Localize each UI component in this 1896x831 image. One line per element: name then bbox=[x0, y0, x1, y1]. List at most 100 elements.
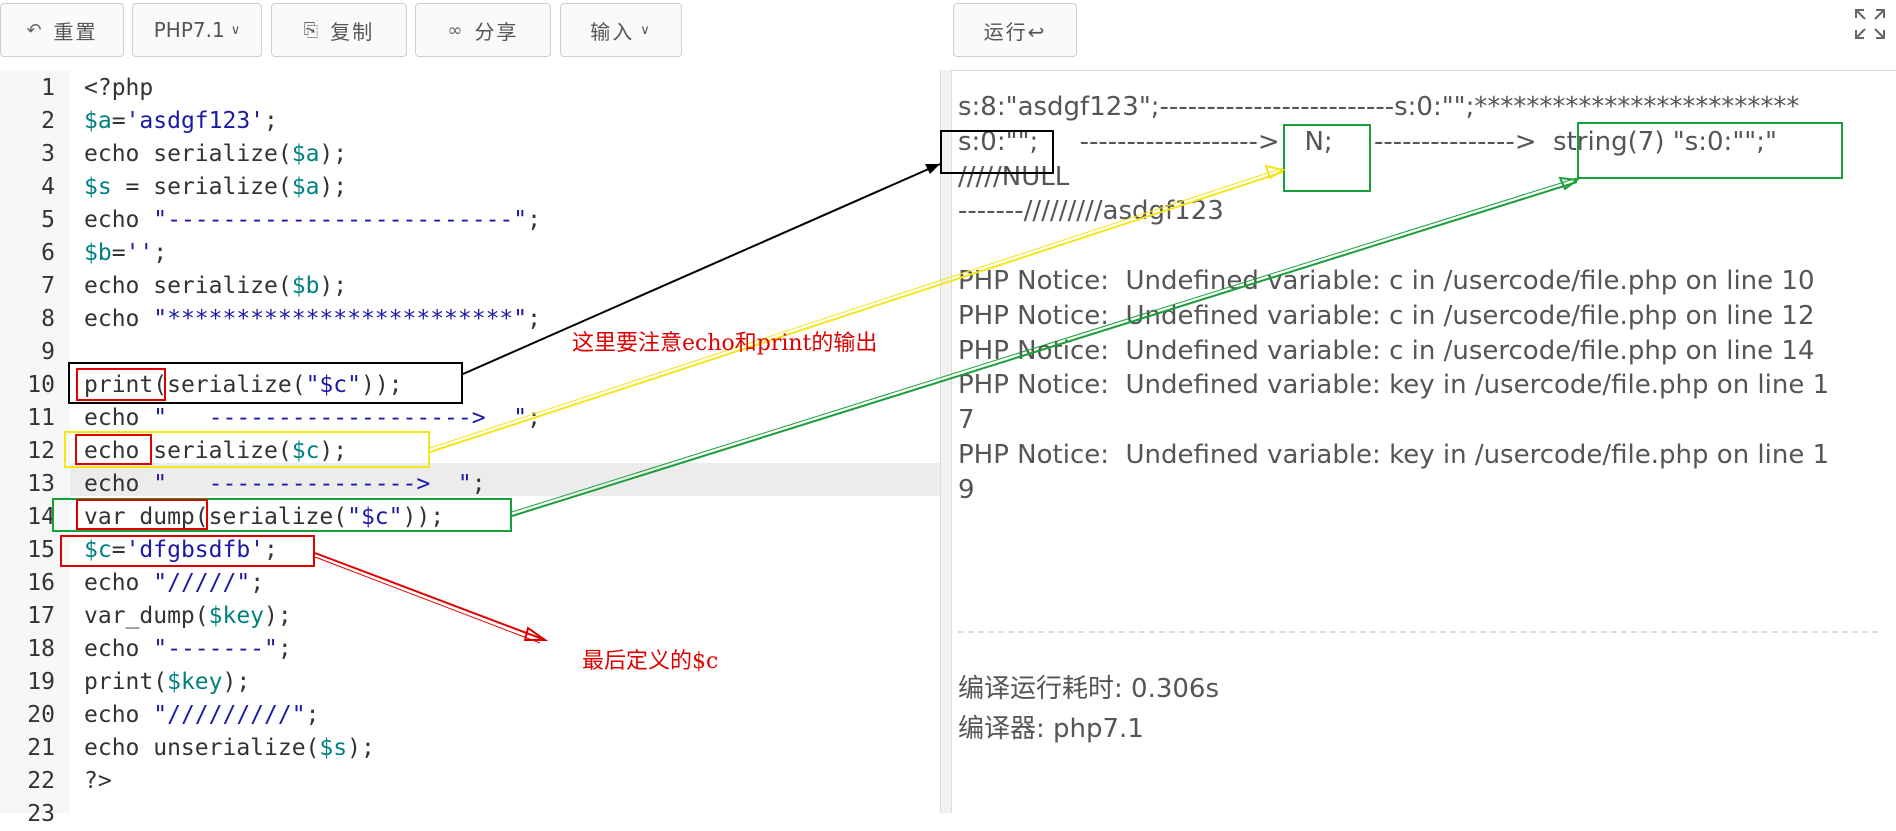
code-line[interactable]: <?php bbox=[84, 72, 153, 105]
compiler-info: 编译器: php7.1 bbox=[958, 714, 1144, 744]
code-line[interactable]: echo unserialize($s); bbox=[84, 732, 375, 765]
code-token: ; bbox=[305, 702, 320, 728]
share-label: 分享 bbox=[474, 19, 519, 44]
reset-button[interactable]: ↶ 重置 bbox=[0, 3, 124, 57]
chevron-down-icon: ∨ bbox=[230, 22, 241, 38]
line-number: 17 bbox=[27, 603, 55, 629]
line-number: 13 bbox=[27, 471, 55, 497]
output-line: -------/////////asdgf123 bbox=[958, 196, 1224, 227]
annotation-box-output-print bbox=[940, 130, 1054, 174]
code-line[interactable]: echo serialize($b); bbox=[84, 270, 347, 303]
output-line: PHP Notice: Undefined variable: key in /… bbox=[958, 440, 1830, 470]
code-token: ; bbox=[277, 636, 292, 662]
code-token: <?php bbox=[84, 75, 154, 101]
run-button[interactable]: 运行↩ bbox=[953, 3, 1077, 57]
chevron-down-icon: ∨ bbox=[640, 22, 652, 38]
input-button[interactable]: 输入 ∨ bbox=[560, 3, 682, 57]
code-line[interactable]: var_dump($key); bbox=[84, 600, 292, 633]
line-number: 7 bbox=[41, 273, 55, 299]
version-label: PHP7.1 bbox=[153, 18, 225, 42]
output-line: PHP Notice: Undefined variable: c in /us… bbox=[958, 266, 1815, 296]
line-number: 1 bbox=[41, 75, 55, 101]
annotation-box-output-echo bbox=[1283, 124, 1371, 192]
pane-divider[interactable] bbox=[940, 70, 952, 813]
code-token: echo serialize( bbox=[84, 141, 292, 167]
code-token: ; bbox=[153, 240, 168, 266]
code-line[interactable]: echo " ---------------> "; bbox=[84, 468, 486, 501]
line-number: 21 bbox=[27, 735, 55, 761]
version-select[interactable]: PHP7.1 ∨ bbox=[132, 3, 262, 57]
code-token: ); bbox=[319, 141, 348, 167]
line-number: 2 bbox=[41, 108, 55, 134]
annotation-box-output-vardump bbox=[1577, 122, 1843, 179]
code-line[interactable]: $s = serialize($a); bbox=[84, 171, 347, 204]
copy-label: 复制 bbox=[330, 19, 375, 44]
code-token: echo bbox=[84, 405, 154, 431]
code-token: $s bbox=[319, 735, 348, 761]
line-number: 22 bbox=[27, 768, 55, 794]
code-token: ); bbox=[264, 603, 292, 629]
code-token: $key bbox=[167, 669, 223, 695]
code-token: $b bbox=[84, 240, 112, 266]
code-token: print( bbox=[84, 669, 168, 695]
code-line[interactable]: echo "/////"; bbox=[84, 567, 264, 600]
line-number: 5 bbox=[41, 207, 55, 233]
compile-time: 编译运行耗时: 0.306s bbox=[958, 674, 1220, 704]
code-line[interactable]: $b=''; bbox=[84, 237, 167, 270]
code-token: ; bbox=[527, 306, 541, 332]
copy-icon: ⎘ bbox=[303, 19, 321, 41]
code-token: "*************************" bbox=[153, 306, 528, 332]
code-token: ); bbox=[347, 735, 375, 761]
share-button[interactable]: ∞ 分享 bbox=[415, 3, 551, 57]
code-line[interactable]: echo "*************************"; bbox=[84, 303, 541, 336]
output-panel: s:8:"asdgf123";-------------------------… bbox=[952, 70, 1896, 813]
code-line[interactable]: echo serialize($a); bbox=[84, 138, 347, 171]
output-line: 7 bbox=[958, 405, 975, 436]
code-token: " ---------------> " bbox=[153, 471, 472, 497]
line-number: 3 bbox=[41, 141, 55, 167]
output-line: 9 bbox=[958, 474, 975, 505]
link-icon: ∞ bbox=[447, 19, 465, 41]
output-line: PHP Notice: Undefined variable: c in /us… bbox=[958, 300, 1815, 331]
run-label: 运行↩ bbox=[983, 19, 1047, 44]
reset-label: 重置 bbox=[53, 19, 98, 44]
code-token: echo bbox=[84, 570, 154, 596]
toolbar: ↶ 重置 PHP7.1 ∨ ⎘ 复制 ∞ 分享 输入 ∨ 运行↩ bbox=[0, 0, 1896, 71]
line-number: 10 bbox=[27, 372, 55, 398]
code-token: $b bbox=[291, 273, 320, 299]
code-line[interactable]: echo "-------"; bbox=[84, 633, 292, 666]
code-line[interactable]: ?> bbox=[84, 765, 112, 798]
code-token: "/////////" bbox=[153, 702, 306, 728]
copy-button[interactable]: ⎘ 复制 bbox=[271, 3, 407, 57]
code-token: echo bbox=[84, 306, 154, 332]
code-token: $key bbox=[208, 603, 265, 629]
code-token: echo serialize( bbox=[84, 273, 292, 299]
annotation-box-vardump-keyword bbox=[76, 499, 208, 530]
line-number: 14 bbox=[27, 504, 55, 530]
line-number: 9 bbox=[41, 339, 55, 365]
code-token: ; bbox=[250, 570, 265, 596]
code-line[interactable]: $a='asdgf123'; bbox=[84, 105, 278, 138]
code-token: " -------------------> " bbox=[153, 405, 528, 431]
code-line[interactable]: echo "-------------------------"; bbox=[84, 204, 541, 237]
code-token: $s bbox=[84, 174, 112, 200]
code-token: echo unserialize( bbox=[84, 735, 320, 761]
code-token: ); bbox=[319, 273, 348, 299]
code-token: ; bbox=[264, 108, 278, 134]
output-separator bbox=[958, 631, 1878, 633]
annotation-note-last-defined: 最后定义的$c bbox=[582, 649, 719, 674]
line-number: 16 bbox=[27, 570, 55, 596]
line-number: 15 bbox=[27, 537, 55, 563]
code-token: ; bbox=[527, 207, 541, 233]
code-token: '' bbox=[125, 240, 154, 266]
code-token: echo bbox=[84, 702, 154, 728]
code-token: $a bbox=[84, 108, 112, 134]
output-line: s:8:"asdgf123";-------------------------… bbox=[958, 92, 1800, 122]
code-line[interactable]: print($key); bbox=[84, 666, 250, 699]
undo-icon: ↶ bbox=[26, 19, 44, 41]
line-number: 19 bbox=[27, 669, 55, 695]
code-line[interactable]: echo "/////////"; bbox=[84, 699, 319, 732]
expand-icon[interactable] bbox=[1852, 6, 1888, 42]
code-token: ; bbox=[527, 405, 541, 431]
code-token: ); bbox=[222, 669, 251, 695]
